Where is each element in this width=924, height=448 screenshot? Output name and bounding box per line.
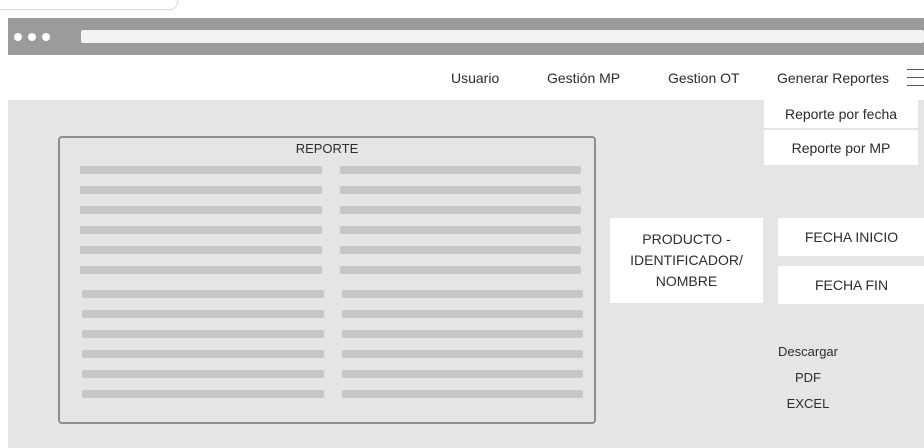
- browser-tab[interactable]: [0, 0, 178, 10]
- start-date-field[interactable]: FECHA INICIO: [778, 218, 924, 256]
- top-navbar: Usuario Gestión MP Gestion OT Generar Re…: [8, 55, 924, 100]
- product-field-label-line: IDENTIFICADOR/: [630, 252, 743, 268]
- report-placeholder-line: [342, 310, 583, 318]
- nav-item-generar-reportes[interactable]: Generar Reportes: [777, 70, 889, 86]
- report-placeholder-line: [82, 290, 324, 298]
- report-title: REPORTE: [295, 141, 359, 156]
- report-placeholder-line: [80, 266, 322, 274]
- report-placeholder-line: [82, 350, 324, 358]
- report-placeholder-line: [340, 246, 581, 254]
- report-placeholder-line: [80, 206, 322, 214]
- product-identifier-field[interactable]: PRODUCTO - IDENTIFICADOR/ NOMBRE: [610, 218, 763, 303]
- report-placeholder-line: [342, 370, 583, 378]
- report-placeholder-line: [340, 186, 581, 194]
- nav-item-gestion-mp[interactable]: Gestión MP: [547, 70, 620, 86]
- download-excel-button[interactable]: EXCEL: [764, 390, 852, 416]
- end-date-field[interactable]: FECHA FIN: [778, 266, 924, 304]
- product-field-label-line: PRODUCTO -: [642, 231, 731, 247]
- window-control-dot[interactable]: [14, 33, 22, 41]
- menu-item-reporte-por-mp[interactable]: Reporte por MP: [764, 130, 918, 165]
- address-bar[interactable]: [81, 30, 924, 43]
- download-pdf-button[interactable]: PDF: [764, 364, 852, 390]
- window-control-dot[interactable]: [42, 33, 50, 41]
- report-placeholder-line: [342, 330, 583, 338]
- hamburger-menu-icon[interactable]: [907, 69, 924, 86]
- nav-item-gestion-ot[interactable]: Gestion OT: [668, 70, 740, 86]
- report-placeholder-line: [340, 206, 581, 214]
- download-section: Descargar PDF EXCEL: [764, 338, 852, 416]
- report-placeholder-line: [342, 290, 583, 298]
- report-panel: REPORTE: [58, 136, 596, 424]
- report-placeholder-line: [80, 246, 322, 254]
- report-placeholder-line: [342, 350, 583, 358]
- report-placeholder-line: [80, 226, 322, 234]
- report-placeholder-line: [82, 310, 324, 318]
- report-placeholder-line: [340, 166, 581, 174]
- report-placeholder-line: [82, 330, 324, 338]
- window-control-dot[interactable]: [28, 33, 36, 41]
- report-placeholder-line: [340, 226, 581, 234]
- report-placeholder-line: [82, 370, 324, 378]
- main-content: Reporte por fecha Reporte por MP REPORTE…: [8, 100, 924, 448]
- report-placeholder-line: [80, 166, 322, 174]
- report-placeholder-line: [342, 390, 583, 398]
- report-placeholder-line: [80, 186, 322, 194]
- product-field-label-line: NOMBRE: [655, 273, 718, 289]
- report-placeholder-line: [82, 390, 324, 398]
- download-title: Descargar: [778, 343, 838, 359]
- report-placeholder-line: [340, 266, 581, 274]
- menu-item-reporte-por-fecha[interactable]: Reporte por fecha: [764, 100, 918, 128]
- nav-item-usuario[interactable]: Usuario: [451, 70, 499, 86]
- browser-toolbar: [8, 18, 924, 55]
